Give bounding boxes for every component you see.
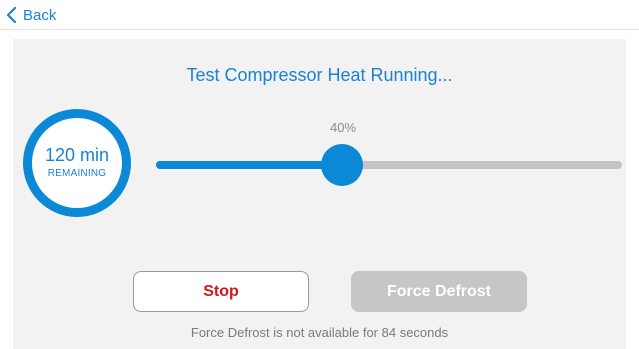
force-defrost-note: Force Defrost is not available for 84 se… <box>190 325 449 340</box>
test-panel: Test Compressor Heat Running... 120 min … <box>13 39 626 349</box>
top-bar: Back <box>0 0 639 30</box>
chevron-left-icon <box>6 6 17 24</box>
test-title: Test Compressor Heat Running... <box>186 65 453 85</box>
remaining-timer: 120 min REMAINING <box>23 109 131 217</box>
progress-percent: 40% <box>329 120 357 135</box>
back-label: Back <box>23 6 57 24</box>
timer-caption: REMAINING <box>47 168 107 179</box>
stop-button[interactable]: Stop <box>133 271 309 312</box>
back-button[interactable]: Back <box>6 4 56 26</box>
progress-slider-fill <box>156 161 343 169</box>
timer-value: 120 min <box>44 145 110 165</box>
force-defrost-button[interactable]: Force Defrost <box>351 271 527 312</box>
progress-slider-knob[interactable] <box>321 144 364 186</box>
progress-slider-track <box>156 144 622 186</box>
